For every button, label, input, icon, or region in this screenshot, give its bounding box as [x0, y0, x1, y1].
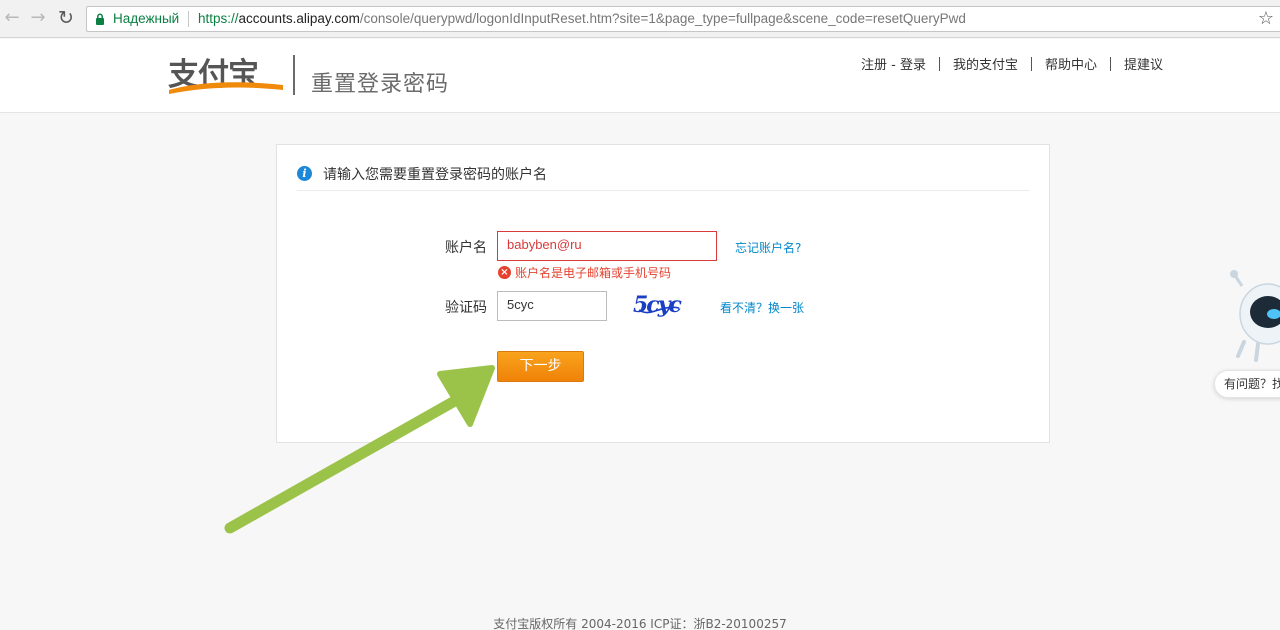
- helper-robot-icon[interactable]: [1228, 264, 1280, 364]
- alipay-logo[interactable]: 支付宝: [167, 52, 285, 98]
- card-title: 请输入您需要重置登录密码的账户名: [323, 167, 547, 183]
- forgot-account-link[interactable]: 忘记账户名?: [735, 239, 801, 256]
- forward-arrow-icon[interactable]: →: [28, 8, 48, 28]
- url-path: /console/querypwd/logonIdInputReset.htm?…: [359, 11, 966, 26]
- annotation-arrow: [224, 365, 495, 534]
- browser-toolbar: ← → ↻ Надежный https://accounts.alipay.c…: [0, 0, 1280, 38]
- secure-connection-label: Надежный: [113, 11, 180, 26]
- account-label: 账户名: [445, 240, 487, 256]
- info-icon: i: [297, 166, 312, 181]
- lock-icon: [96, 13, 104, 25]
- back-arrow-icon[interactable]: ←: [2, 8, 22, 28]
- footer-copyright: 支付宝版权所有 2004-2016 ICP证：浙B2-20100257: [493, 617, 787, 630]
- captcha-label: 验证码: [445, 300, 487, 316]
- site-header: 支付宝 重置登录密码 注册 - 登录 我的支付宝 帮助中心 提建议: [0, 39, 1280, 113]
- refresh-captcha-link[interactable]: 看不清？换一张: [720, 299, 804, 316]
- captcha-image-text: 5cyc: [633, 292, 682, 318]
- card-header: i 请输入您需要重置登录密码的账户名: [297, 164, 1030, 191]
- top-nav: 注册 - 登录 我的支付宝 帮助中心 提建议: [848, 54, 1176, 73]
- error-icon: ×: [498, 266, 511, 279]
- account-input[interactable]: babyben@ru: [497, 231, 717, 261]
- url-text[interactable]: https://accounts.alipay.com/console/quer…: [198, 11, 966, 26]
- nav-link-help-center[interactable]: 帮助中心: [1032, 54, 1110, 73]
- reload-icon[interactable]: ↻: [56, 8, 76, 28]
- address-bar[interactable]: Надежный https://accounts.alipay.com/con…: [86, 6, 1280, 32]
- page-title: 重置登录密码: [311, 72, 450, 97]
- nav-link-feedback[interactable]: 提建议: [1111, 54, 1176, 73]
- url-host: accounts.alipay.com: [238, 11, 360, 26]
- nav-link-register-login[interactable]: 注册 - 登录: [848, 54, 939, 73]
- error-message: 账户名是电子邮箱或手机号码: [515, 266, 672, 280]
- omnibox-divider: [188, 11, 189, 27]
- account-error: × 账户名是电子邮箱或手机号码: [498, 264, 671, 281]
- next-step-button[interactable]: 下一步: [497, 351, 584, 382]
- star-icon[interactable]: ☆: [1258, 8, 1274, 29]
- captcha-input[interactable]: 5cyc: [497, 291, 607, 321]
- logo-divider: [293, 55, 295, 95]
- nav-link-my-alipay[interactable]: 我的支付宝: [940, 54, 1031, 73]
- captcha-image[interactable]: 5cyc: [631, 288, 691, 322]
- help-bubble[interactable]: 有问题？找: [1214, 370, 1280, 398]
- url-scheme: https://: [198, 11, 239, 26]
